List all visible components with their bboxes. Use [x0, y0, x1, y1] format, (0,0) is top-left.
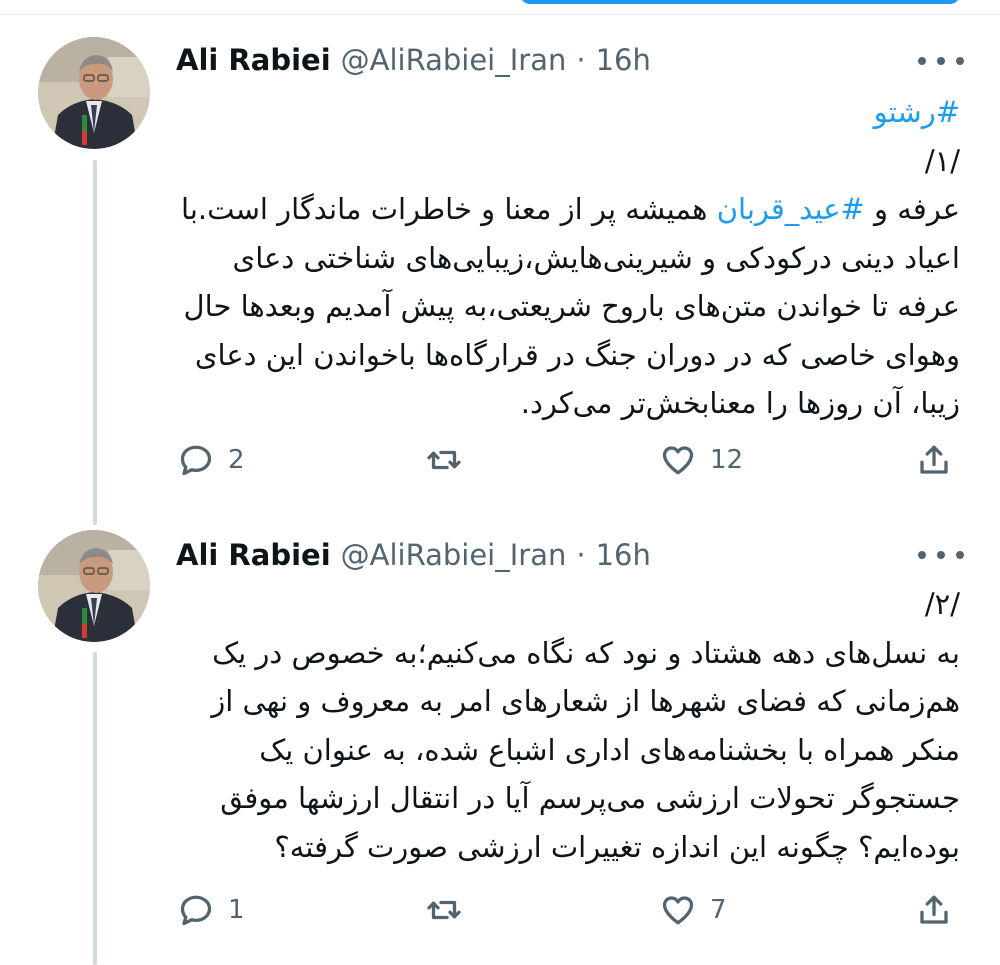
body-line: عرفه و #عید_قربان همیشه پر از معنا و خاط…	[176, 185, 960, 234]
body-line: جستجوگر تحولات ارزشی می‌پرسم آیا در انتق…	[220, 781, 960, 815]
author-handle[interactable]: @AliRabiei_Iran	[341, 43, 567, 77]
avatar[interactable]	[38, 530, 150, 642]
heart-icon	[662, 446, 694, 475]
body-line: اعیاد دینی درکودکی و شیرینی‌هایش،زیبایی‌…	[232, 240, 960, 275]
body-text-fragment: عرفه و	[864, 192, 960, 226]
thread-connector	[93, 500, 97, 525]
reply-count: 2	[228, 445, 245, 475]
thread-connector	[93, 652, 97, 965]
share-button[interactable]	[916, 440, 952, 480]
share-icon	[920, 445, 948, 474]
tweet-timestamp[interactable]: 16h	[596, 43, 651, 77]
author-name[interactable]: Ali Rabiei	[176, 43, 331, 77]
tweet-timestamp[interactable]: 16h	[596, 538, 651, 572]
like-button[interactable]: 12	[660, 440, 743, 480]
more-horizontal-icon[interactable]	[918, 540, 964, 570]
reply-count: 1	[228, 895, 245, 925]
author-name[interactable]: Ali Rabiei	[176, 538, 331, 572]
share-icon	[920, 895, 948, 924]
author-handle[interactable]: @AliRabiei_Iran	[341, 538, 567, 572]
retweet-button[interactable]	[426, 440, 476, 480]
tweet-header: Ali Rabiei @AliRabiei_Iran · 16h	[176, 40, 651, 80]
hashtag-link[interactable]: #عید_قربان	[717, 192, 865, 226]
reply-button[interactable]: 2	[178, 440, 245, 480]
reply-icon	[180, 895, 212, 926]
heart-icon	[662, 896, 694, 925]
body-line: عرفه تا خواندن متن‌های باروح شریعتی،به پ…	[183, 289, 960, 323]
body-line: به نسل‌های دهه هشتاد و نود که نگاه می‌کن…	[212, 635, 960, 670]
body-line: وهوای خاصی که در دوران جنگ در قرارگاه‌ها…	[194, 337, 960, 372]
thread-number: /۲/	[924, 587, 960, 621]
body-line: زیبا، آن روزها را معنابخش‌تر می‌کرد.	[520, 386, 960, 420]
reply-button[interactable]: 1	[178, 890, 245, 930]
thread-connector	[93, 160, 97, 518]
separator-dot: ·	[576, 538, 586, 572]
retweet-icon	[427, 900, 461, 920]
hashtag-link[interactable]: #رشتو	[176, 88, 960, 137]
body-line: منکر همراه با بخشنامه‌های اداری اشباع شد…	[259, 732, 960, 767]
tweet-body: /۲/ به نسل‌های دهه هشتاد و نود که نگاه م…	[176, 580, 960, 871]
top-action-button-edge[interactable]	[520, 0, 960, 4]
body-line: هم‌زمانی که فضای شهرها از شعارهای امر به…	[211, 684, 960, 718]
like-count: 7	[710, 895, 727, 925]
avatar-photo	[38, 37, 150, 149]
share-button[interactable]	[916, 890, 952, 930]
retweet-button[interactable]	[426, 890, 476, 930]
avatar-photo	[38, 530, 150, 642]
avatar[interactable]	[38, 37, 150, 149]
more-horizontal-icon[interactable]	[918, 46, 964, 76]
like-count: 12	[710, 445, 744, 475]
top-divider	[0, 14, 1000, 15]
like-button[interactable]: 7	[660, 890, 727, 930]
retweet-icon	[427, 450, 461, 470]
tweet-actions: 1 7	[176, 890, 966, 930]
tweet-body: #رشتو /۱/ عرفه و #عید_قربان همیشه پر از …	[176, 88, 960, 428]
tweet-actions: 2 12	[176, 440, 966, 480]
separator-dot: ·	[576, 43, 586, 77]
reply-icon	[180, 445, 212, 476]
thread-number: /۱/	[924, 143, 960, 178]
tweet-header: Ali Rabiei @AliRabiei_Iran · 16h	[176, 535, 651, 575]
body-text-fragment: همیشه پر از معنا و خاطرات ماندگار است.با	[180, 192, 717, 226]
body-line: بوده‌ایم؟ چگونه این اندازه تغییرات ارزشی…	[274, 829, 960, 864]
